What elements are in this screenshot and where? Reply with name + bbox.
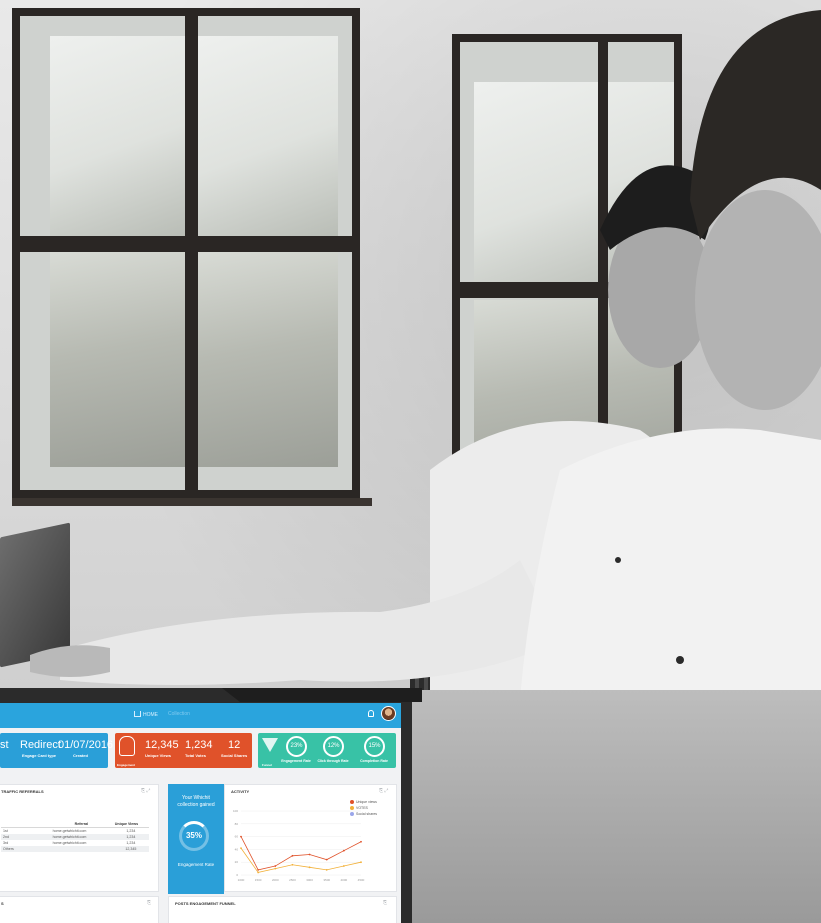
legend-label: Social shares bbox=[356, 812, 378, 816]
legend-label: VOTES bbox=[356, 806, 368, 810]
table-cell: 12,345 bbox=[112, 846, 149, 852]
dashboard-screen: HOME Collection st Redirect Engage Card … bbox=[0, 703, 401, 923]
series-point bbox=[325, 868, 328, 871]
card-red-stat-1-caption: Unique Views bbox=[145, 753, 171, 758]
breadcrumb[interactable]: Collection bbox=[168, 711, 190, 717]
funnel-icon bbox=[262, 738, 278, 752]
y-tick-label: 60 bbox=[235, 835, 239, 839]
series-point bbox=[274, 865, 277, 867]
bottom-left-panel: S ⎘ bbox=[0, 896, 159, 923]
export-icon[interactable]: ⎘ ⤢ bbox=[379, 788, 388, 794]
card-green-ring-1: 23% bbox=[286, 736, 307, 757]
x-tick-label: 4000 bbox=[341, 878, 348, 882]
card-blue-col3-caption: Created bbox=[73, 753, 88, 758]
series-point bbox=[360, 840, 362, 843]
legend-label: Unique views bbox=[356, 800, 377, 804]
series-point bbox=[342, 849, 345, 852]
card-green-ring-3-caption: Completion Rate bbox=[360, 759, 388, 763]
card-red-stat-1-value: 12,345 bbox=[145, 739, 179, 751]
series-point bbox=[325, 858, 328, 861]
series-line bbox=[240, 836, 362, 871]
card-red-footer: Engagement bbox=[117, 763, 136, 767]
card-blue-col2-caption: Engage Card type bbox=[22, 753, 57, 758]
funnel-panel-title: POSTS ENGAGEMENT FUNNEL bbox=[175, 901, 236, 906]
posts-engagement-funnel-panel: POSTS ENGAGEMENT FUNNEL ⎘ bbox=[168, 896, 397, 923]
card-green-ring-3: 15% bbox=[364, 736, 385, 757]
series-point bbox=[240, 835, 242, 838]
series-point bbox=[291, 854, 294, 857]
home-icon bbox=[134, 711, 141, 717]
export-icon[interactable]: ⎘ bbox=[383, 900, 387, 906]
legend-dot bbox=[350, 806, 354, 810]
activity-legend: Unique views VOTES Social shares bbox=[350, 800, 377, 818]
series-point bbox=[308, 853, 311, 856]
series-point bbox=[274, 867, 277, 870]
activity-chart: 100 80 60 40 20 01000 1500 2000 2500 3000 3500 4000… bbox=[233, 809, 365, 882]
activity-title: ACTIVITY bbox=[231, 789, 250, 794]
monitor-notch bbox=[222, 688, 422, 702]
referrals-table: Referral Unique Views 1st home.getwhichi… bbox=[1, 821, 149, 852]
engagement-percent: 35% bbox=[179, 821, 209, 851]
engagement-text: Your Whichit collection gained bbox=[177, 795, 215, 808]
series-point bbox=[291, 863, 294, 866]
series-line bbox=[240, 847, 362, 873]
y-tick-label: 100 bbox=[233, 809, 238, 813]
table-cell bbox=[20, 846, 113, 852]
card-green-ring-2: 12% bbox=[323, 736, 344, 757]
x-tick-label: 3000 bbox=[306, 878, 313, 882]
avatar[interactable] bbox=[381, 706, 396, 721]
series-point bbox=[257, 868, 260, 871]
engagement-rate-label: Engagement Rate bbox=[177, 862, 215, 867]
card-green-ring-1-caption: Engagement Rate bbox=[281, 759, 311, 763]
engagement-summary: Your Whichit collection gained 35% Engag… bbox=[168, 784, 224, 894]
traffic-referrals-panel: TRAFFIC REFERRALS ⎘ ⤢ Referral Unique Vi… bbox=[0, 784, 159, 892]
y-tick-label: 0 bbox=[236, 873, 238, 877]
legend-item: Social shares bbox=[350, 812, 377, 818]
export-icon[interactable]: ⎘ bbox=[147, 900, 151, 906]
x-tick-label: 4500 bbox=[358, 878, 365, 882]
card-green-footer: Funnel bbox=[262, 763, 272, 767]
table-cell: Others bbox=[1, 846, 21, 852]
summary-card-green: Funnel 23% Engagement Rate 12% Click thr… bbox=[258, 733, 396, 768]
x-tick-label: 1500 bbox=[255, 878, 262, 882]
y-tick-label: 40 bbox=[235, 847, 239, 851]
legend-dot bbox=[350, 812, 354, 816]
summary-card-red: Engagement 12,345 Unique Views 1,234 Tot… bbox=[115, 733, 252, 768]
bell-icon[interactable] bbox=[368, 710, 374, 717]
series-point bbox=[360, 861, 362, 864]
y-tick-label: 80 bbox=[235, 822, 239, 826]
x-tick-label: 2000 bbox=[272, 878, 279, 882]
x-tick-label: 1000 bbox=[238, 878, 245, 882]
card-blue-col1-value: st bbox=[0, 739, 9, 751]
summary-card-blue: st Redirect Engage Card type 01/07/2016 … bbox=[0, 733, 113, 768]
series-point bbox=[257, 871, 260, 874]
series-point bbox=[308, 866, 311, 869]
card-red-stat-3-value: 12 bbox=[228, 739, 241, 751]
card-blue-col2-value: Redirect bbox=[20, 739, 61, 751]
card-green-ring-2-caption: Click through Rate bbox=[317, 759, 349, 763]
home-link[interactable]: HOME bbox=[134, 711, 158, 718]
series-point bbox=[240, 847, 242, 850]
x-tick-label: 2500 bbox=[289, 878, 296, 882]
card-blue-col3-value: 01/07/2016 bbox=[58, 739, 114, 751]
card-red-stat-3-caption: Social Shares bbox=[221, 753, 248, 758]
traffic-referrals-title: TRAFFIC REFERRALS bbox=[1, 789, 44, 794]
legend-dot bbox=[350, 800, 354, 804]
export-icon[interactable]: ⎘ ⤢ bbox=[141, 788, 150, 794]
y-tick-label: 20 bbox=[235, 860, 239, 864]
series-point bbox=[342, 865, 345, 867]
top-navigation-bar: HOME Collection bbox=[0, 703, 401, 728]
card-red-stat-2-caption: Total Votes bbox=[185, 753, 206, 758]
x-tick-label: 3500 bbox=[323, 878, 330, 882]
home-label: HOME bbox=[143, 712, 158, 718]
bottom-left-title: S bbox=[1, 901, 4, 906]
card-red-stat-2-value: 1,234 bbox=[185, 739, 213, 751]
pointer-hand-icon bbox=[119, 736, 135, 756]
table-row: Others 12,345 bbox=[1, 846, 149, 852]
